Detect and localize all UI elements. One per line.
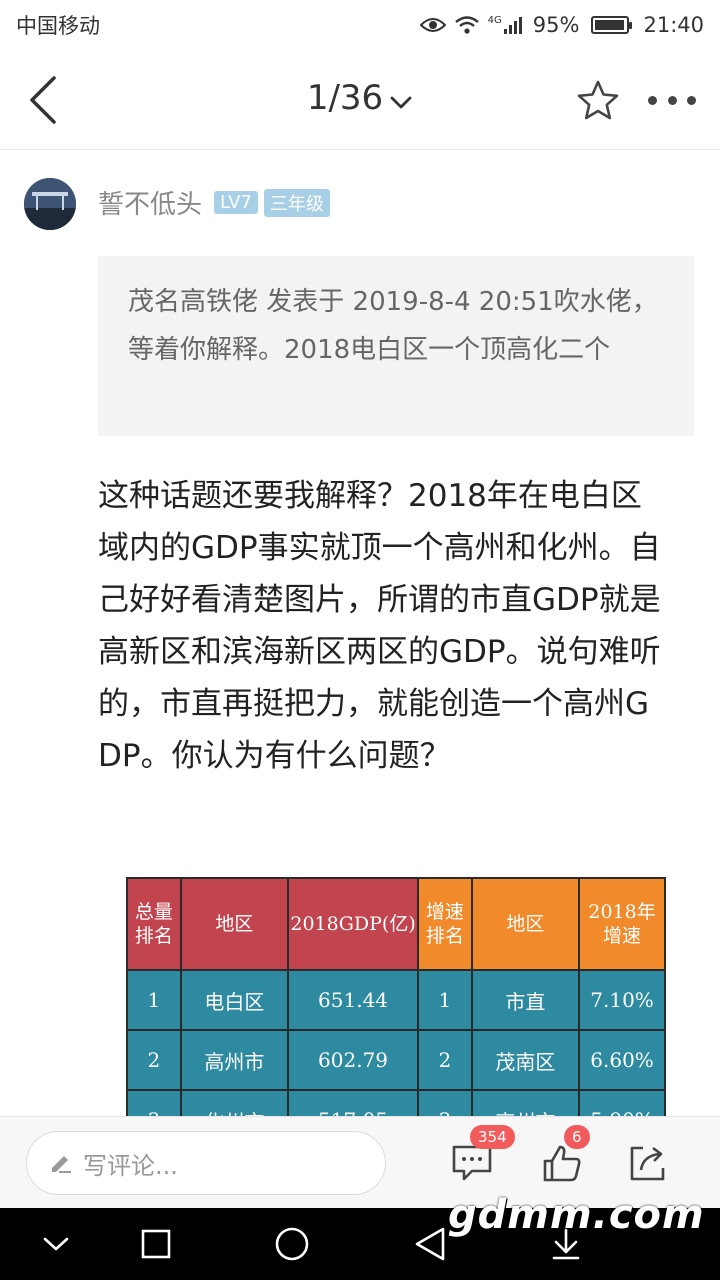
- table-cell: 2: [126, 1029, 182, 1091]
- table-header-cell: 2018GDP(亿): [287, 877, 420, 971]
- table-cell: 7.10%: [578, 969, 666, 1031]
- table-header-cell: 地区: [470, 877, 581, 971]
- table-cell: 化州市: [179, 1089, 290, 1117]
- page-indicator-text: 1/36: [306, 78, 384, 118]
- top-nav-bar: 1/36: [0, 50, 720, 150]
- gdp-table-image[interactable]: 总量排名 地区 2018GDP(亿) 增速排名 地区 2018年增速 1 电白区…: [126, 877, 666, 1117]
- quoted-reply: 茂名高铁佬 发表于 2019-8-4 20:51吹水佬，等着你解释。2018电白…: [98, 256, 694, 436]
- like-button[interactable]: 6: [538, 1125, 590, 1187]
- eye-icon: [419, 15, 446, 35]
- table-row: 3 化州市 517.05 3 高州市 5.90%: [126, 1089, 666, 1117]
- post-body: 这种话题还要我解释？2018年在电白区域内的GDP事实就顶一个高州和化州。自己好…: [98, 478, 661, 774]
- share-icon: [630, 1146, 665, 1181]
- table-cell: 市直: [470, 969, 581, 1031]
- more-options-button[interactable]: [644, 76, 700, 124]
- like-count-badge: 6: [564, 1125, 590, 1149]
- table-header-cell: 地区: [179, 877, 290, 971]
- table-header-cell: 增速排名: [417, 877, 473, 971]
- table-cell: 1: [417, 969, 473, 1031]
- table-cell: 6.60%: [578, 1029, 666, 1091]
- network-type: 4G: [487, 15, 502, 26]
- comment-icon: [452, 1145, 492, 1181]
- table-cell: 高州市: [179, 1029, 290, 1091]
- clock: 21:40: [643, 13, 704, 37]
- home-button[interactable]: [272, 1224, 312, 1264]
- comment-placeholder: 写评论...: [83, 1151, 178, 1180]
- star-icon: [577, 80, 619, 120]
- chevron-down-icon: [389, 80, 413, 120]
- hide-nav-button[interactable]: [36, 1224, 76, 1264]
- table-cell: 2: [417, 1029, 473, 1091]
- pencil-icon: [52, 1156, 71, 1173]
- level-badge: LV7: [214, 191, 258, 214]
- table-row: 2 高州市 602.79 2 茂南区 6.60%: [126, 1029, 666, 1091]
- chevron-down-icon: [43, 1237, 69, 1251]
- table-row: 1 电白区 651.44 1 市直 7.10%: [126, 969, 666, 1031]
- table-cell: 1: [126, 969, 182, 1031]
- gdp-table: 总量排名 地区 2018GDP(亿) 增速排名 地区 2018年增速 1 电白区…: [126, 877, 666, 1117]
- recents-button[interactable]: [136, 1224, 176, 1264]
- table-cell: 茂南区: [470, 1029, 581, 1091]
- wifi-icon: [454, 15, 480, 35]
- thumbs-up-icon: [543, 1145, 581, 1182]
- avatar[interactable]: [24, 178, 76, 230]
- table-cell: 高州市: [470, 1089, 581, 1117]
- signal-icon: 4G: [488, 15, 525, 35]
- table-cell: 5.90%: [578, 1089, 666, 1117]
- status-bar: 中国移动 4G 95% 21:40: [0, 0, 720, 50]
- more-dot-icon: [648, 95, 657, 105]
- square-icon: [141, 1229, 171, 1259]
- table-cell: 651.44: [287, 969, 420, 1031]
- comments-button[interactable]: 354: [448, 1125, 515, 1187]
- battery-percent: 95%: [532, 13, 580, 37]
- author-info: 誓不低头 LV7 三年级: [98, 184, 330, 221]
- table-cell: 517.05: [287, 1089, 420, 1117]
- more-dot-icon: [667, 95, 677, 105]
- circle-icon: [275, 1227, 309, 1261]
- table-cell: 电白区: [179, 969, 290, 1031]
- comment-input[interactable]: 写评论...: [26, 1131, 386, 1195]
- battery-icon: [591, 16, 633, 34]
- triangle-back-icon: [415, 1227, 445, 1261]
- table-header-cell: 总量排名: [126, 877, 182, 971]
- more-dot-icon: [687, 95, 696, 105]
- table-cell: 3: [417, 1089, 473, 1117]
- comment-count-badge: 354: [470, 1125, 515, 1149]
- table-cell: 602.79: [287, 1029, 420, 1091]
- table-header-row: 总量排名 地区 2018GDP(亿) 增速排名 地区 2018年增速: [126, 877, 666, 971]
- share-button[interactable]: [624, 1139, 672, 1187]
- table-header-cell: 2018年增速: [578, 877, 666, 971]
- username[interactable]: 誓不低头: [98, 184, 202, 221]
- grade-badge: 三年级: [263, 188, 330, 217]
- watermark: gdmm.com: [448, 1192, 705, 1238]
- table-cell: 3: [126, 1089, 182, 1117]
- system-back-button[interactable]: [410, 1224, 450, 1264]
- favorite-button[interactable]: [574, 76, 622, 124]
- avatar-image: [24, 178, 76, 230]
- carrier-name: 中国移动: [16, 14, 100, 38]
